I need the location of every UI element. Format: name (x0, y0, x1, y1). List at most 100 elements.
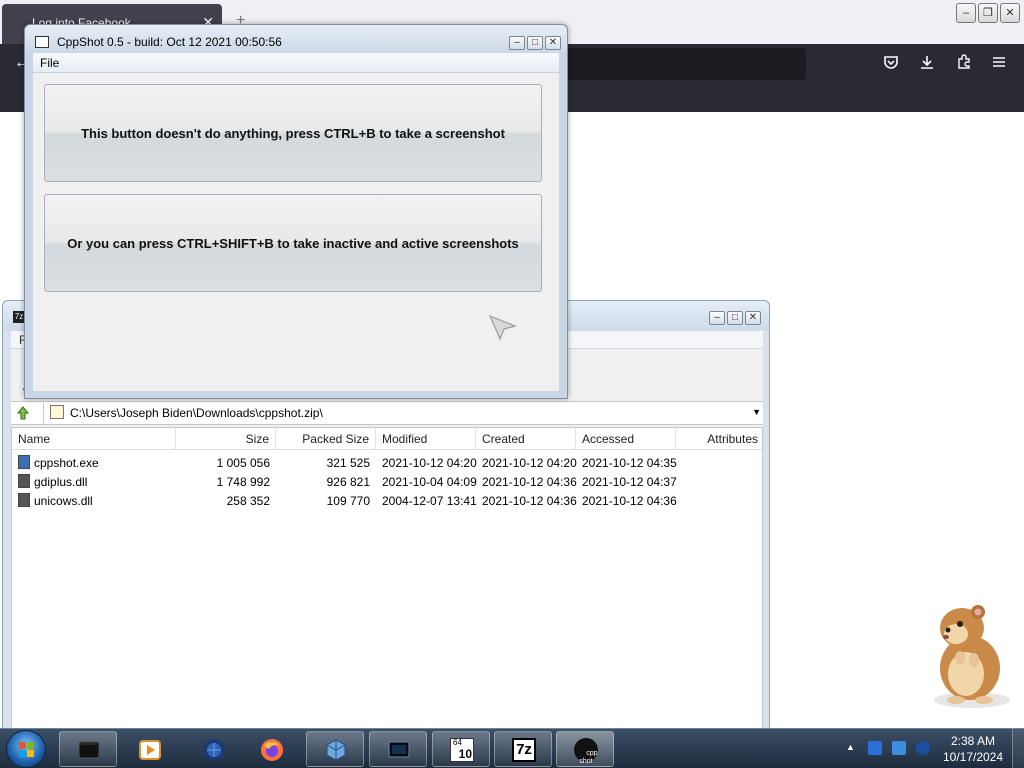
cppshot-icon-label: cpp shot (579, 750, 598, 765)
browser-minimize-button[interactable]: – (956, 3, 976, 23)
taskbar-screen[interactable] (369, 731, 427, 767)
table-row[interactable]: unicows.dll 258 352 109 770 2004-12-07 1… (12, 492, 762, 511)
column-header-modified[interactable]: Modified (376, 428, 476, 450)
file-created: 2021-10-12 04:20 (482, 456, 577, 470)
show-desktop-button[interactable] (1012, 729, 1024, 768)
windows-logo-icon (19, 742, 35, 758)
cppshot-maximize-button[interactable]: □ (527, 36, 543, 50)
system-tray: ▲ 2:38 AM 10/17/2024 (842, 729, 1024, 768)
file-name-cell: gdiplus.dll (12, 473, 176, 492)
file-accessed: 2021-10-12 04:35 (582, 456, 677, 470)
browser-restore-button[interactable]: ❐ (978, 3, 998, 23)
menu-file[interactable]: File (40, 56, 59, 70)
noop-screenshot-button[interactable]: This button doesn't do anything, press C… (44, 84, 542, 182)
pocket-icon[interactable] (882, 54, 900, 72)
cppshot-window-title: CppShot 0.5 - build: Oct 12 2021 00:50:5… (57, 35, 282, 49)
firefox-icon (261, 739, 283, 761)
taskbar-terminal[interactable] (59, 731, 117, 767)
cppshot-client-area: This button doesn't do anything, press C… (33, 73, 559, 391)
file-size: 1 005 056 (216, 456, 270, 470)
file-name: gdiplus.dll (34, 475, 88, 489)
column-header-name[interactable]: Name (12, 428, 176, 450)
mouse-cursor-icon (488, 314, 517, 341)
url-bar[interactable] (560, 48, 806, 80)
start-button[interactable] (6, 730, 46, 768)
file-accessed: 2021-10-12 04:36 (582, 494, 677, 508)
taskbar-media-player[interactable] (120, 731, 178, 767)
file-size: 258 352 (226, 494, 270, 508)
winver-label: 10 (458, 747, 472, 761)
display-icon[interactable] (892, 741, 906, 755)
file-name: cppshot.exe (34, 456, 99, 470)
volume-icon[interactable] (916, 741, 930, 755)
screen-icon (388, 741, 410, 758)
network-icon[interactable] (868, 741, 882, 755)
column-header-attributes[interactable]: Attributes (676, 428, 762, 450)
table-row[interactable]: gdiplus.dll 1 748 992 926 821 2021-10-04… (12, 473, 762, 492)
column-header-created[interactable]: Created (476, 428, 576, 450)
file-created: 2021-10-12 04:36 (482, 494, 577, 508)
7zip-maximize-button[interactable]: □ (727, 311, 743, 325)
up-folder-icon[interactable] (15, 405, 31, 421)
winver-icon: 64 10 (450, 738, 474, 762)
virtualbox-icon (326, 739, 346, 761)
file-list: Name Size Packed Size Modified Created A… (11, 427, 763, 731)
file-modified: 2021-10-04 04:09 (382, 475, 477, 489)
file-size: 1 748 992 (216, 475, 270, 489)
cppshot-close-button[interactable]: ✕ (545, 36, 561, 50)
dll-icon (18, 493, 30, 507)
file-modified: 2021-10-12 04:20 (382, 456, 477, 470)
file-packed-size: 109 770 (326, 494, 370, 508)
table-row[interactable]: cppshot.exe 1 005 056 321 525 2021-10-12… (12, 454, 762, 473)
media-player-icon (139, 740, 161, 760)
file-created: 2021-10-12 04:36 (482, 475, 577, 489)
taskbar-globe[interactable] (184, 731, 242, 767)
cppshot-window: CppShot 0.5 - build: Oct 12 2021 00:50:5… (24, 24, 568, 399)
taskbar: 64 10 7z cpp shot ▲ 2:38 AM 10/17/2024 (0, 728, 1024, 768)
column-header-packed-size[interactable]: Packed Size (276, 428, 376, 450)
file-accessed: 2021-10-12 04:37 (582, 475, 677, 489)
taskbar-firefox[interactable] (242, 731, 300, 767)
7zip-close-button[interactable]: ✕ (745, 311, 761, 325)
extensions-icon[interactable] (955, 54, 973, 72)
terminal-icon (78, 741, 100, 759)
cppshot-icon: cpp shot (574, 738, 598, 765)
path-field[interactable]: C:\Users\Joseph Biden\Downloads\cppshot.… (43, 403, 763, 424)
file-name: unicows.dll (34, 494, 93, 508)
taskbar-virtualbox[interactable] (306, 731, 364, 767)
path-dropdown-icon[interactable]: ▼ (752, 407, 761, 417)
path-text: C:\Users\Joseph Biden\Downloads\cppshot.… (70, 406, 323, 420)
download-icon[interactable] (918, 54, 936, 72)
taskbar-cppshot[interactable]: cpp shot (556, 731, 614, 767)
info-screenshot-button[interactable]: Or you can press CTRL+SHIFT+B to take in… (44, 194, 542, 292)
taskbar-winver[interactable]: 64 10 (432, 731, 490, 767)
hamster-pet-icon (934, 605, 1010, 708)
clock[interactable]: 2:38 AM 10/17/2024 (938, 733, 1008, 765)
cppshot-app-icon (35, 36, 49, 48)
cppshot-titlebar[interactable]: CppShot 0.5 - build: Oct 12 2021 00:50:5… (25, 25, 567, 53)
clock-date: 10/17/2024 (942, 750, 1004, 764)
7zip-icon-label: 7z (516, 741, 532, 758)
taskbar-7zip[interactable]: 7z (494, 731, 552, 767)
show-hidden-icons-icon[interactable]: ▲ (846, 742, 855, 752)
7zip-minimize-button[interactable]: – (709, 311, 725, 325)
7zip-icon: 7z (512, 738, 536, 762)
file-name-cell: cppshot.exe (12, 454, 176, 473)
cppshot-minimize-button[interactable]: – (509, 36, 525, 50)
clock-time: 2:38 AM (950, 734, 996, 748)
column-header-accessed[interactable]: Accessed (576, 428, 676, 450)
column-header-size[interactable]: Size (176, 428, 276, 450)
archive-folder-icon (50, 405, 64, 419)
file-packed-size: 321 525 (326, 456, 370, 470)
browser-close-button[interactable]: ✕ (1000, 3, 1020, 23)
exe-icon (18, 455, 30, 469)
7zip-address-bar: C:\Users\Joseph Biden\Downloads\cppshot.… (11, 401, 763, 425)
cppshot-menubar: File (33, 53, 559, 73)
file-modified: 2004-12-07 13:41 (382, 494, 477, 508)
menu-icon[interactable] (990, 54, 1008, 72)
globe-icon (203, 739, 225, 761)
file-name-cell: unicows.dll (12, 492, 176, 511)
dll-icon (18, 474, 30, 488)
file-list-header: Name Size Packed Size Modified Created A… (12, 428, 762, 450)
file-packed-size: 926 821 (326, 475, 370, 489)
